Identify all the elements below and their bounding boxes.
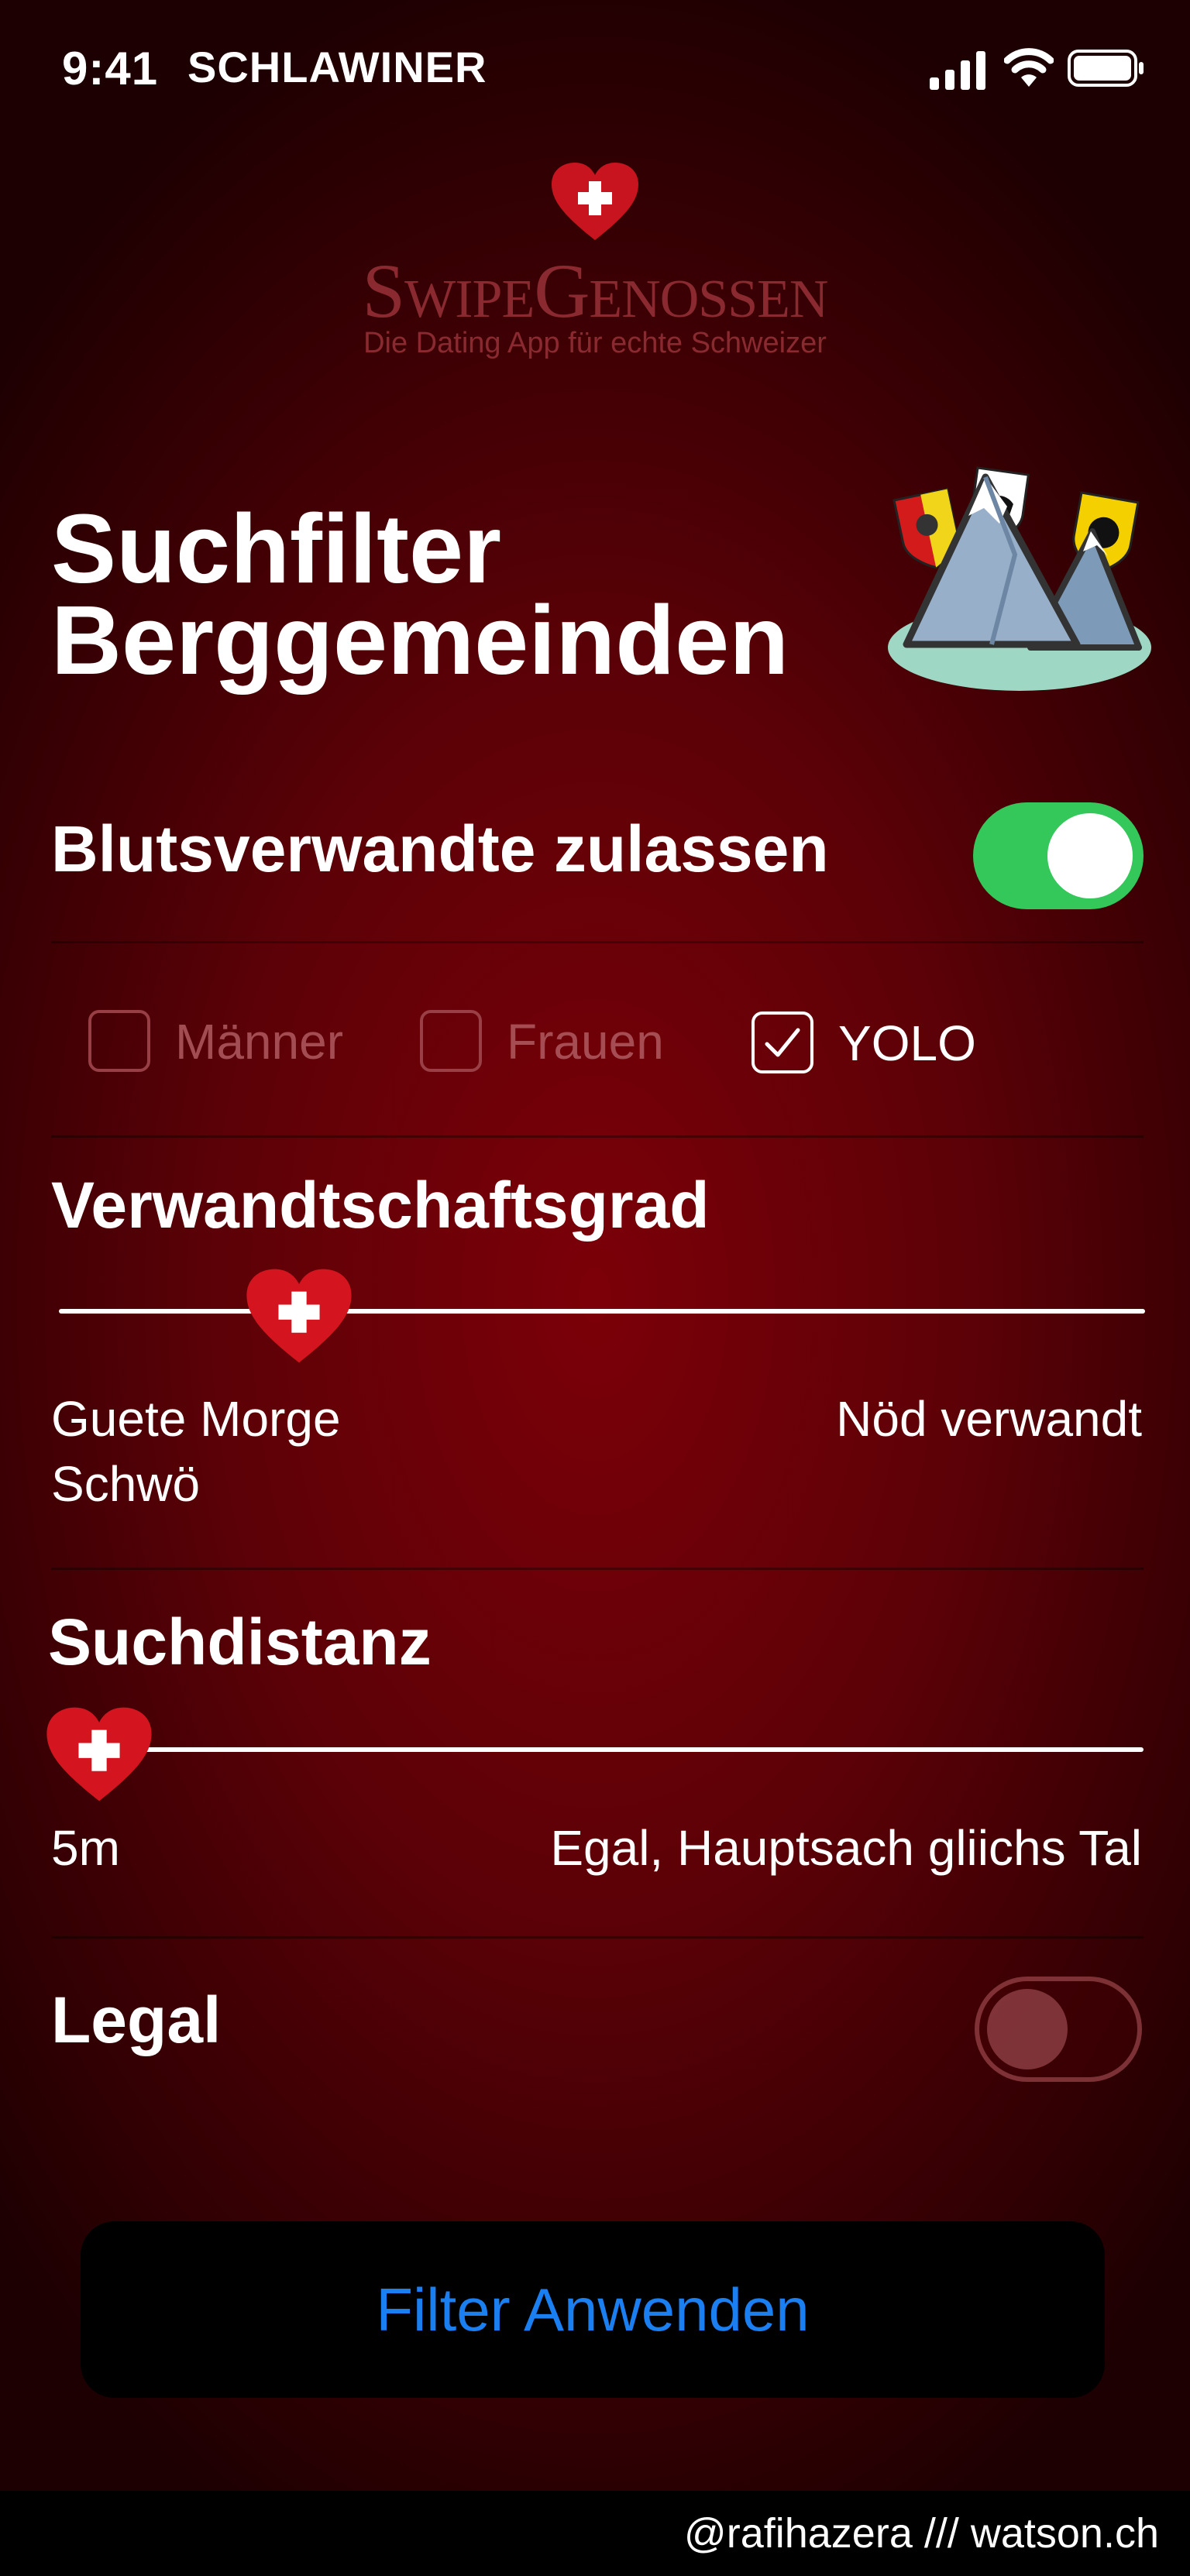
kinship-slider-track[interactable] xyxy=(59,1309,1145,1314)
apply-filter-label: Filter Anwenden xyxy=(376,2275,810,2344)
checkbox-label-frauen: Frauen xyxy=(507,1014,664,1070)
toggle-knob xyxy=(1047,813,1133,898)
divider xyxy=(51,1568,1144,1570)
divider xyxy=(51,1135,1144,1138)
distance-slider-thumb[interactable] xyxy=(45,1705,153,1803)
status-time: 9:41 xyxy=(62,43,159,94)
blood-relatives-toggle[interactable] xyxy=(973,802,1144,909)
mountains-with-canton-crests-icon xyxy=(888,466,1151,691)
distance-heading: Suchdistanz xyxy=(48,1606,432,1678)
toggle-knob xyxy=(987,1989,1068,2069)
kinship-heading: Verwandtschaftsgrad xyxy=(51,1169,710,1242)
divider xyxy=(51,1936,1144,1939)
checkmark-icon xyxy=(765,1028,800,1057)
checkbox-label-yolo: YOLO xyxy=(838,1015,976,1071)
checkbox-maenner[interactable] xyxy=(88,1010,150,1072)
kinship-slider-thumb[interactable] xyxy=(245,1267,353,1365)
legal-label: Legal xyxy=(51,1984,222,2056)
swiss-heart-icon xyxy=(552,163,638,240)
app-screen: 9:41 SCHLAWINER SwipeGenossen Die Dating… xyxy=(0,0,1190,2491)
credit-text: @rafihazera /// watson.ch xyxy=(683,2510,1159,2557)
checkbox-yolo[interactable] xyxy=(751,1012,813,1073)
kinship-max-label: Nöd verwandt xyxy=(836,1391,1142,1447)
cellular-signal-icon xyxy=(930,51,985,90)
checkbox-frauen[interactable] xyxy=(420,1010,482,1072)
kinship-min-label: Guete Morge Schwö xyxy=(51,1391,341,1512)
divider xyxy=(51,941,1144,943)
logo-tagline: Die Dating App für echte Schweizer xyxy=(363,327,827,359)
distance-max-label: Egal, Hauptsach gliichs Tal xyxy=(550,1820,1142,1876)
apply-filter-button[interactable]: Filter Anwenden xyxy=(81,2221,1105,2398)
logo-wordmark: SwipeGenossen xyxy=(362,248,829,334)
distance-min-label: 5m xyxy=(51,1820,120,1876)
legal-toggle[interactable] xyxy=(975,1977,1142,2082)
blood-relatives-label: Blutsverwandte zulassen xyxy=(51,812,829,885)
status-carrier: SCHLAWINER xyxy=(187,43,487,91)
checkbox-label-maenner: Männer xyxy=(175,1014,343,1070)
wifi-icon xyxy=(1004,48,1054,87)
battery-icon xyxy=(1068,50,1144,87)
page-title: Suchfilter Berggemeinden xyxy=(51,494,789,695)
distance-slider-track[interactable] xyxy=(93,1747,1144,1752)
